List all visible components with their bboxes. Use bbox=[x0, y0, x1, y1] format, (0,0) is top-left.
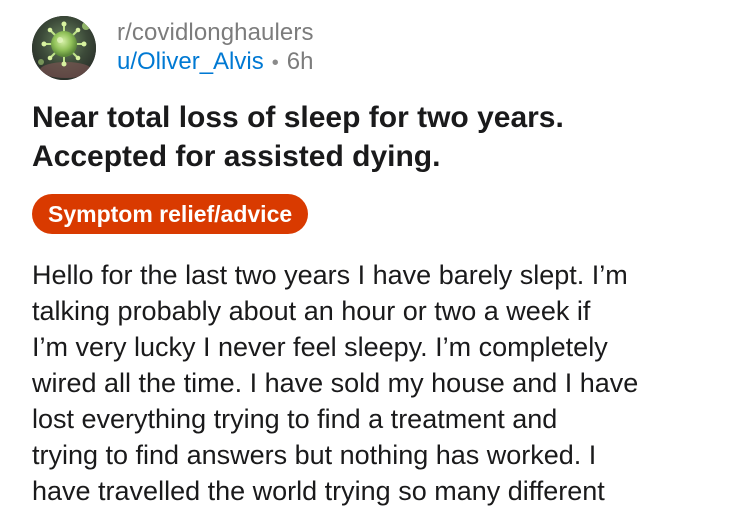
post-body-line: trying to find answers but nothing has w… bbox=[32, 440, 597, 470]
subreddit-link[interactable]: r/covidlonghaulers bbox=[117, 18, 314, 47]
post-age: 6h bbox=[286, 48, 314, 75]
post-body-line: have travelled the world trying so many … bbox=[32, 476, 605, 506]
post-body-line: I’m very lucky I never feel sleepy. I’m … bbox=[32, 332, 608, 362]
post-title-line: Near total loss of sleep for two years. bbox=[32, 101, 564, 134]
separator-dot: • bbox=[271, 52, 279, 74]
coronavirus-avatar-icon bbox=[32, 16, 96, 80]
post-body[interactable]: Hello for the last two years I have bare… bbox=[32, 257, 732, 509]
author-link[interactable]: u/Oliver_Alvis bbox=[117, 48, 264, 75]
post-title-line: Accepted for assisted dying. bbox=[32, 140, 441, 173]
post-body-line: talking probably about an hour or two a … bbox=[32, 296, 591, 326]
post-meta: r/covidlonghaulers u/Oliver_Alvis • 6h bbox=[117, 18, 314, 78]
post-header: r/covidlonghaulers u/Oliver_Alvis • 6h bbox=[32, 16, 314, 80]
post-flair[interactable]: Symptom relief/advice bbox=[32, 194, 309, 234]
author-line: u/Oliver_Alvis • 6h bbox=[117, 47, 314, 78]
post-title[interactable]: Near total loss of sleep for two years. … bbox=[32, 98, 722, 176]
subreddit-avatar[interactable] bbox=[32, 16, 96, 80]
post-body-line: wired all the time. I have sold my house… bbox=[32, 368, 639, 398]
post-body-line: lost everything trying to find a treatme… bbox=[32, 404, 558, 434]
post-body-line: Hello for the last two years I have bare… bbox=[32, 260, 628, 290]
